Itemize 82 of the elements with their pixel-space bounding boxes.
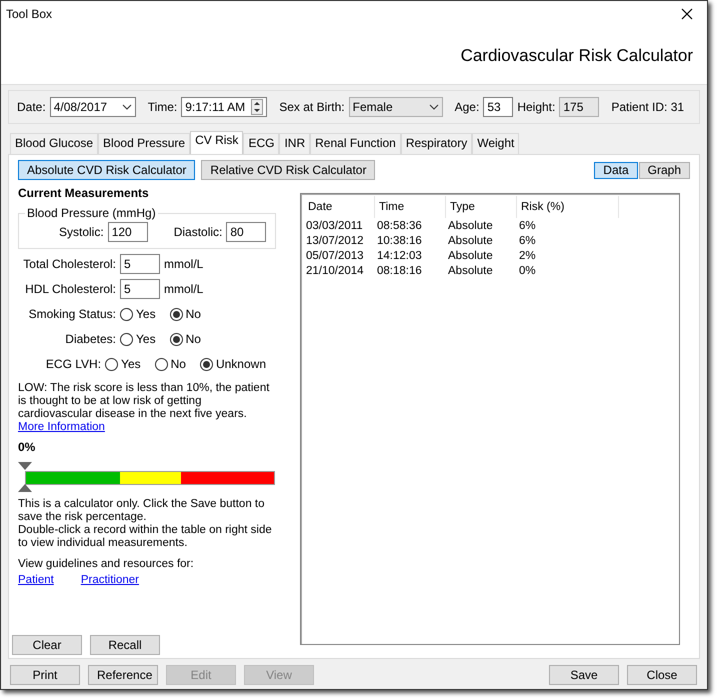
view-toggle[interactable]: Data (594, 162, 638, 178)
radio-button[interactable] (120, 308, 133, 320)
resource-link[interactable]: Patient (18, 574, 54, 586)
column-header[interactable]: Date (304, 196, 375, 218)
age-field[interactable]: 53 (483, 97, 514, 117)
section-title: Current Measurements (18, 186, 150, 200)
window-title: Tool Box (6, 7, 52, 21)
radio-button[interactable] (170, 308, 183, 320)
measurement-label: Total Cholesterol: (22, 257, 116, 271)
question-label: Diabetes: (64, 332, 116, 346)
measurement-field[interactable]: 5 (120, 279, 160, 299)
table-row[interactable]: 05/07/2013 14:12:03 Absolute 2% (304, 248, 676, 263)
footer-button[interactable]: Save (549, 665, 619, 685)
close-icon[interactable] (681, 8, 693, 20)
unit-label: mmol/L (164, 282, 204, 296)
chevron-down-icon[interactable] (122, 104, 132, 110)
note-text: Double-click a record within the table on right side to view individual measurements. (18, 524, 272, 549)
unit-label: mmol/L (164, 257, 204, 271)
resource-link[interactable]: Practitioner (80, 574, 139, 586)
radio-label[interactable]: Yes (136, 307, 156, 321)
time-field[interactable]: 9:17:11 AM (181, 97, 268, 117)
diastolic-field[interactable]: 80 (226, 222, 266, 242)
resources-label: View guidelines and resources for: (18, 558, 195, 570)
radio-button[interactable] (154, 358, 168, 370)
table-row[interactable]: 03/03/2011 08:58:36 Absolute 6% (304, 218, 676, 233)
group-label: Blood Pressure (mmHg) (26, 206, 157, 220)
radio-button[interactable] (120, 332, 133, 346)
footer-button[interactable]: Reference (88, 665, 158, 685)
measurement-field[interactable]: 5 (120, 254, 160, 274)
height-field[interactable]: 175 (559, 97, 600, 117)
radio-label[interactable]: Yes (136, 332, 156, 346)
column-header[interactable]: Risk (%) (517, 196, 619, 218)
patient-id: Patient ID: 31 (611, 100, 684, 114)
time-label: Time: (148, 100, 178, 114)
radio-button[interactable] (105, 358, 118, 370)
radio-button[interactable] (200, 358, 213, 370)
tab[interactable]: ECG (243, 133, 280, 154)
risk-value: 0% (18, 440, 36, 454)
footer-button[interactable]: Close (627, 665, 697, 685)
tab[interactable]: Weight (472, 133, 520, 154)
systolic-field[interactable]: 120 (108, 222, 148, 242)
view-toggle[interactable]: Graph (638, 162, 690, 178)
radio-label[interactable]: No (186, 332, 201, 346)
calculator-title: Cardiovascular Risk Calculator (460, 46, 693, 66)
radio-label[interactable]: No (186, 307, 201, 321)
diastolic-label: Diastolic: (174, 225, 222, 239)
risk-message: LOW: The risk score is less than 10%, the patient is thought to be at low risk of getting cardiovascular disease in the next five years. (18, 382, 270, 420)
table-row[interactable]: 21/10/2014 08:18:16 Absolute 0% (304, 263, 676, 278)
date-label: Date: (17, 100, 46, 114)
panel-button[interactable]: Recall (90, 635, 160, 655)
tab[interactable]: Blood Glucose (10, 133, 98, 154)
radio-label[interactable]: Unknown (216, 357, 266, 371)
table-row[interactable]: 13/07/2012 10:38:16 Absolute 6% (304, 233, 676, 248)
column-header[interactable]: Type (446, 196, 517, 218)
tab[interactable]: CV Risk (190, 131, 244, 154)
age-label: Age: (454, 100, 480, 114)
column-header[interactable]: Time (375, 196, 446, 218)
systolic-label: Systolic: (59, 225, 104, 239)
sex-label: Sex at Birth: (279, 100, 345, 114)
radio-label[interactable]: Yes (121, 357, 141, 371)
note-text: This is a calculator only. Click the Save button to save the risk percentage. (18, 498, 265, 523)
tab[interactable]: Respiratory (400, 133, 472, 154)
more-information-link[interactable]: More Information (18, 421, 105, 433)
slider-thumb[interactable] (18, 462, 32, 492)
measurement-label: HDL Cholesterol: (24, 282, 116, 296)
tab[interactable]: INR (279, 133, 310, 154)
tab[interactable]: Renal Function (310, 133, 401, 154)
calculator-toggle[interactable]: Relative CVD Risk Calculator (201, 160, 376, 180)
moderate-risk-segment (120, 472, 181, 484)
tab[interactable]: Blood Pressure (98, 133, 190, 154)
calculator-toggle[interactable]: Absolute CVD Risk Calculator (18, 160, 196, 180)
footer-button[interactable]: Print (10, 665, 80, 685)
height-label: Height: (517, 100, 556, 114)
spinner-icon[interactable] (251, 99, 264, 115)
question-label: Smoking Status: (28, 307, 116, 321)
radio-label[interactable]: No (170, 357, 186, 371)
chevron-down-icon[interactable] (428, 104, 439, 110)
sex-dropdown[interactable]: Female (348, 97, 443, 117)
question-label: ECG LVH: (44, 357, 102, 371)
panel-button[interactable]: Clear (12, 635, 82, 655)
date-picker[interactable]: 4/08/2017 (50, 97, 136, 117)
radio-button[interactable] (170, 332, 183, 346)
